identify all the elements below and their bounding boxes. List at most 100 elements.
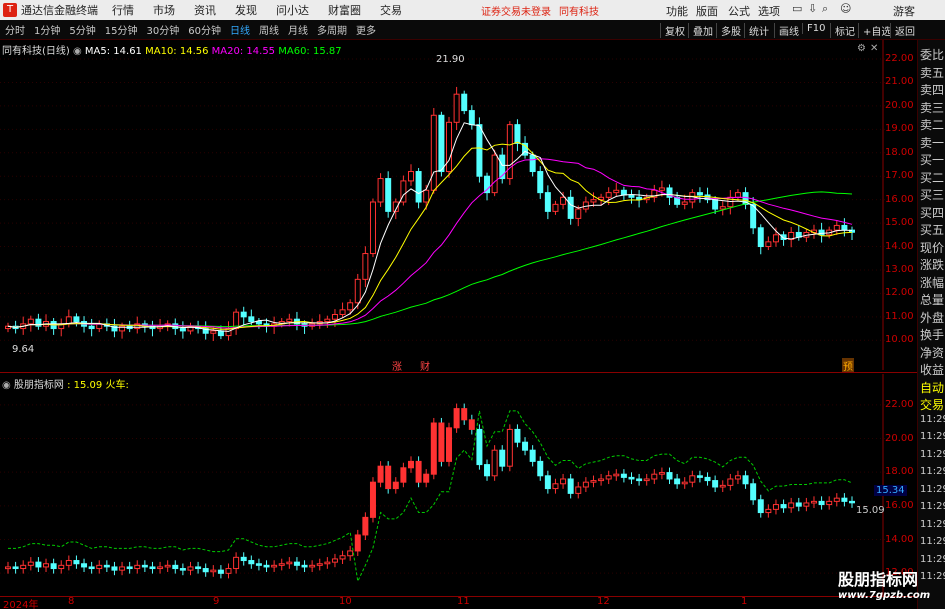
chat-icon[interactable]: ☺ — [840, 2, 851, 15]
side-panel-item[interactable]: 外盘 — [920, 309, 944, 326]
side-panel-item[interactable]: 11:29 — [920, 414, 945, 425]
period-daily[interactable]: 日线 — [230, 22, 250, 37]
menu-ask[interactable]: 问小达 — [276, 2, 309, 18]
period-60min[interactable]: 60分钟 — [188, 22, 221, 37]
period-1min[interactable]: 1分钟 — [34, 22, 60, 37]
menu-trade[interactable]: 交易 — [380, 2, 402, 18]
candle-body — [385, 178, 392, 212]
side-panel-item[interactable]: 买三 — [920, 186, 944, 203]
candle-body — [331, 314, 338, 320]
side-panel-item[interactable]: 11:29 — [920, 466, 945, 477]
menu-discover[interactable]: 发现 — [235, 2, 257, 18]
candle-body — [605, 192, 612, 198]
indicator-candle — [712, 480, 719, 488]
indicator-candle — [149, 566, 156, 570]
event-badge-finance[interactable]: 财 — [420, 358, 430, 373]
period-monthly[interactable]: 月线 — [288, 22, 308, 37]
indicator-candle — [392, 481, 399, 490]
side-panel-item[interactable]: 净资 — [920, 344, 944, 361]
menu-layout[interactable]: 版面 — [696, 3, 718, 19]
side-panel-item[interactable]: 卖五 — [920, 64, 944, 81]
menu-wealth[interactable]: 财富圈 — [328, 2, 361, 18]
side-panel-item[interactable]: 涨跌 — [920, 256, 944, 273]
indicator-candle — [248, 560, 255, 565]
side-panel-item[interactable]: 现价 — [920, 239, 944, 256]
period-toolbar: 分时 1分钟 5分钟 15分钟 30分钟 60分钟 日线 周线 月线 多周期 更… — [0, 20, 945, 40]
candle-body — [613, 189, 620, 194]
side-panel-item[interactable]: 卖三 — [920, 99, 944, 116]
menu-function[interactable]: 功能 — [666, 3, 688, 19]
indicator-candle — [605, 475, 612, 480]
stats-button[interactable]: 统计 — [744, 23, 773, 38]
candle-body — [217, 330, 224, 337]
side-panel-item[interactable]: 卖一 — [920, 134, 944, 151]
candle-body — [833, 224, 840, 231]
event-badge-up[interactable]: 涨 — [392, 358, 402, 373]
period-multi[interactable]: 多周期 — [317, 22, 347, 37]
side-panel-item[interactable]: 收益 — [920, 361, 944, 378]
download-icon[interactable]: ⇩ — [808, 2, 817, 15]
side-panel-item[interactable]: 11:29 — [920, 571, 945, 582]
candle-body — [590, 199, 597, 203]
period-more[interactable]: 更多 — [356, 22, 376, 37]
indicator-candle — [134, 564, 141, 570]
candle-body — [529, 154, 536, 173]
back-button[interactable]: 返回 — [890, 23, 919, 38]
menu-market[interactable]: 市场 — [153, 2, 175, 18]
overlay-button[interactable]: 叠加 — [688, 23, 717, 38]
draw-button[interactable]: 画线 — [774, 23, 803, 38]
side-panel-item[interactable]: 买一 — [920, 151, 944, 168]
side-panel-item[interactable]: 11:29 — [920, 484, 945, 495]
pane-divider[interactable] — [0, 372, 917, 373]
stock-link[interactable]: 同有科技 — [559, 3, 599, 18]
period-30min[interactable]: 30分钟 — [146, 22, 179, 37]
side-panel-item[interactable]: 11:29 — [920, 449, 945, 460]
indicator-candle — [27, 561, 34, 566]
event-badge-forecast[interactable]: 预 — [842, 358, 854, 373]
menu-options[interactable]: 选项 — [758, 3, 780, 19]
window-icon[interactable]: ▭ — [792, 2, 802, 15]
candle-body — [560, 196, 567, 205]
price-tick: 14.00 — [885, 240, 914, 252]
adjust-button[interactable]: 复权 — [660, 23, 689, 38]
side-panel-item[interactable]: 卖四 — [920, 81, 944, 98]
indicator-candle — [544, 475, 551, 490]
side-panel-item[interactable]: 卖二 — [920, 116, 944, 133]
f10-button[interactable]: F10 — [802, 23, 829, 34]
side-panel-item[interactable]: 总量 — [920, 291, 944, 308]
indicator-candle — [620, 473, 627, 478]
indicator-chart[interactable] — [0, 374, 885, 596]
side-panel-item[interactable]: 买四 — [920, 204, 944, 221]
side-panel-item[interactable]: 交易 — [920, 396, 944, 413]
period-5min[interactable]: 5分钟 — [69, 22, 95, 37]
side-panel-item[interactable]: 换手 — [920, 326, 944, 343]
side-panel-item[interactable]: 涨幅 — [920, 274, 944, 291]
side-panel-item[interactable]: 11:29 — [920, 519, 945, 530]
mark-button[interactable]: 标记 — [830, 23, 859, 38]
side-panel-item[interactable]: 11:29 — [920, 536, 945, 547]
candlestick-chart[interactable] — [0, 40, 885, 370]
side-panel-item[interactable]: 11:29 — [920, 501, 945, 512]
indicator-candle — [514, 428, 521, 443]
side-panel-item[interactable]: 自动 — [920, 379, 944, 396]
period-15min[interactable]: 15分钟 — [105, 22, 138, 37]
side-panel-item[interactable]: 买五 — [920, 221, 944, 238]
side-panel-item[interactable]: 委比 — [920, 46, 944, 63]
trade-login-warning[interactable]: 证券交易未登录 — [481, 3, 551, 18]
side-panel-item[interactable]: 11:29 — [920, 554, 945, 565]
menu-news[interactable]: 资讯 — [194, 2, 216, 18]
menu-quotes[interactable]: 行情 — [112, 2, 134, 18]
indicator-candle — [339, 555, 346, 560]
indicator-candle — [803, 502, 810, 507]
guest-label[interactable]: 游客 — [893, 3, 915, 19]
indicator-candle — [324, 561, 331, 565]
indicator-candle — [453, 408, 460, 429]
period-weekly[interactable]: 周线 — [259, 22, 279, 37]
menu-formula[interactable]: 公式 — [728, 3, 750, 19]
period-timeshare[interactable]: 分时 — [5, 22, 25, 37]
side-panel-item[interactable]: 11:29 — [920, 431, 945, 442]
multistock-button[interactable]: 多股 — [716, 23, 745, 38]
side-panel-item[interactable]: 买二 — [920, 169, 944, 186]
candle-body — [537, 171, 544, 194]
search-icon[interactable]: ⌕ — [822, 2, 828, 16]
